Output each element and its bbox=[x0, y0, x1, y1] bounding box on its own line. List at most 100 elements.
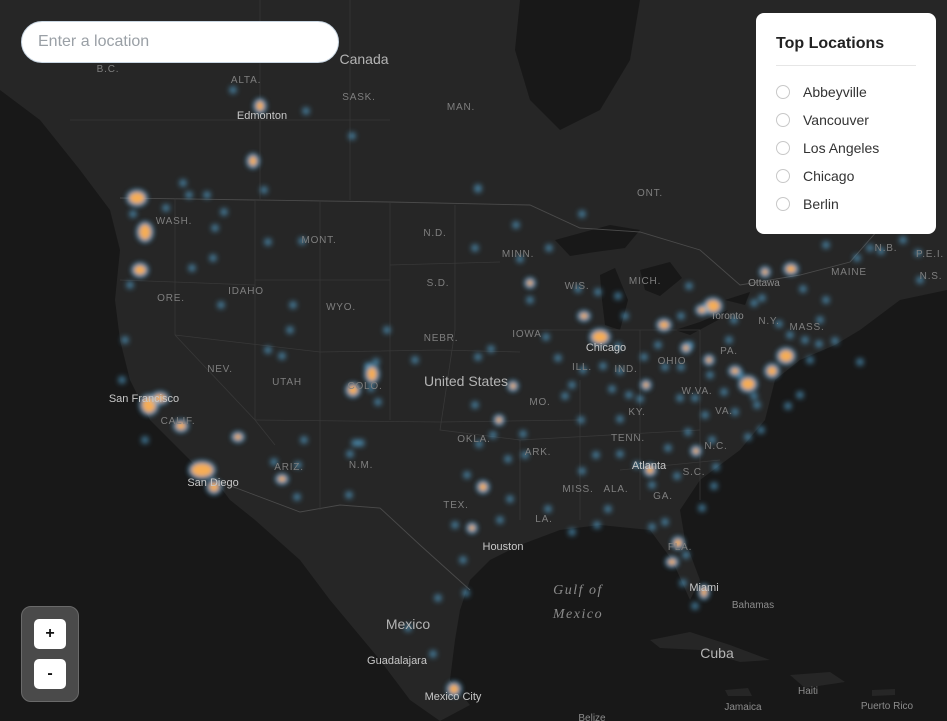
heat-point bbox=[616, 450, 624, 458]
heat-point bbox=[264, 346, 272, 354]
water-label: Gulf of bbox=[553, 583, 603, 598]
location-label: Abbeyville bbox=[803, 84, 867, 100]
heat-point bbox=[799, 285, 807, 293]
heat-point bbox=[179, 179, 187, 187]
heat-point bbox=[616, 415, 624, 423]
radio-button[interactable] bbox=[776, 169, 790, 183]
heat-point bbox=[815, 340, 823, 348]
region-label: ILL. bbox=[572, 362, 592, 373]
heat-point bbox=[757, 426, 765, 434]
radio-button[interactable] bbox=[776, 197, 790, 211]
heat-point bbox=[429, 650, 437, 658]
city-label: Haiti bbox=[798, 686, 818, 697]
heat-point bbox=[750, 299, 758, 307]
city-label: Jamaica bbox=[724, 702, 762, 713]
region-label: P.E.I. bbox=[916, 249, 944, 260]
heat-point bbox=[504, 455, 512, 463]
heat-point bbox=[118, 376, 126, 384]
heat-hotspot bbox=[779, 350, 793, 362]
city-label: Miami bbox=[689, 582, 718, 594]
city-label: San Francisco bbox=[109, 393, 179, 405]
heat-hotspot bbox=[191, 463, 213, 477]
heat-point bbox=[673, 472, 681, 480]
country-label: United States bbox=[424, 373, 508, 389]
region-label: ALTA. bbox=[231, 75, 261, 86]
region-label: GA. bbox=[653, 491, 673, 502]
city-label: Mexico City bbox=[425, 691, 482, 703]
heat-point bbox=[701, 411, 709, 419]
heat-point bbox=[289, 301, 297, 309]
region-label: MAINE bbox=[831, 267, 867, 278]
heat-point bbox=[542, 333, 550, 341]
region-label: N.D. bbox=[423, 228, 446, 239]
region-label: KY. bbox=[628, 407, 645, 418]
heat-point bbox=[496, 516, 504, 524]
heat-point bbox=[621, 312, 629, 320]
heat-point bbox=[604, 505, 612, 513]
water-label: Mexico bbox=[552, 607, 603, 622]
heat-hotspot bbox=[249, 156, 257, 166]
heat-point bbox=[679, 579, 687, 587]
heat-point bbox=[260, 186, 268, 194]
heat-point bbox=[648, 523, 656, 531]
radio-button[interactable] bbox=[776, 113, 790, 127]
heat-hotspot bbox=[643, 382, 649, 388]
region-label: MICH. bbox=[629, 276, 661, 287]
heat-hotspot bbox=[698, 307, 706, 313]
heat-hotspot bbox=[129, 192, 145, 204]
heat-point bbox=[801, 336, 809, 344]
location-item-los-angeles[interactable]: Los Angeles bbox=[776, 134, 916, 162]
zoom-in-button[interactable]: + bbox=[34, 619, 66, 649]
heat-hotspot bbox=[234, 434, 242, 440]
region-label: MONT. bbox=[301, 235, 336, 246]
heat-point bbox=[451, 521, 459, 529]
heat-point bbox=[822, 241, 830, 249]
city-label: San Diego bbox=[187, 477, 238, 489]
heat-point bbox=[302, 107, 310, 115]
heat-point bbox=[459, 556, 467, 564]
heat-hotspot bbox=[668, 559, 676, 565]
heat-point bbox=[474, 353, 482, 361]
heat-point bbox=[712, 463, 720, 471]
location-item-berlin[interactable]: Berlin bbox=[776, 190, 916, 218]
heat-point bbox=[614, 292, 622, 300]
heat-point bbox=[856, 358, 864, 366]
heat-point bbox=[720, 388, 728, 396]
region-label: N.M. bbox=[349, 460, 373, 471]
heat-point bbox=[462, 589, 470, 597]
location-item-abbeyville[interactable]: Abbeyville bbox=[776, 78, 916, 106]
heat-point bbox=[372, 358, 380, 366]
region-label: UTAH bbox=[272, 377, 302, 388]
heat-point bbox=[346, 450, 354, 458]
heat-point bbox=[411, 356, 419, 364]
heat-point bbox=[706, 371, 714, 379]
heat-point bbox=[463, 471, 471, 479]
region-label: ALA. bbox=[604, 484, 629, 495]
heat-hotspot bbox=[496, 417, 502, 423]
heat-point bbox=[593, 521, 601, 529]
heat-point bbox=[229, 86, 237, 94]
heat-point bbox=[578, 467, 586, 475]
region-label: ARIZ. bbox=[274, 462, 304, 473]
radio-button[interactable] bbox=[776, 141, 790, 155]
heat-point bbox=[129, 210, 137, 218]
zoom-out-button[interactable]: - bbox=[34, 659, 66, 689]
region-label: B.C. bbox=[97, 64, 120, 75]
location-item-chicago[interactable]: Chicago bbox=[776, 162, 916, 190]
heat-point bbox=[568, 528, 576, 536]
region-label: S.C. bbox=[683, 467, 706, 478]
search-input[interactable] bbox=[22, 22, 338, 62]
region-label: IDAHO bbox=[228, 286, 264, 297]
city-label: Edmonton bbox=[237, 110, 287, 122]
heat-point bbox=[625, 391, 633, 399]
region-label: LA. bbox=[535, 514, 552, 525]
region-label: WIS. bbox=[565, 281, 590, 292]
region-label: COLO. bbox=[347, 381, 382, 392]
region-label: MASS. bbox=[789, 322, 824, 333]
region-label: N.S. bbox=[920, 271, 943, 282]
region-label: ORE. bbox=[157, 293, 185, 304]
location-item-vancouver[interactable]: Vancouver bbox=[776, 106, 916, 134]
radio-button[interactable] bbox=[776, 85, 790, 99]
heat-point bbox=[831, 337, 839, 345]
heat-point bbox=[278, 352, 286, 360]
